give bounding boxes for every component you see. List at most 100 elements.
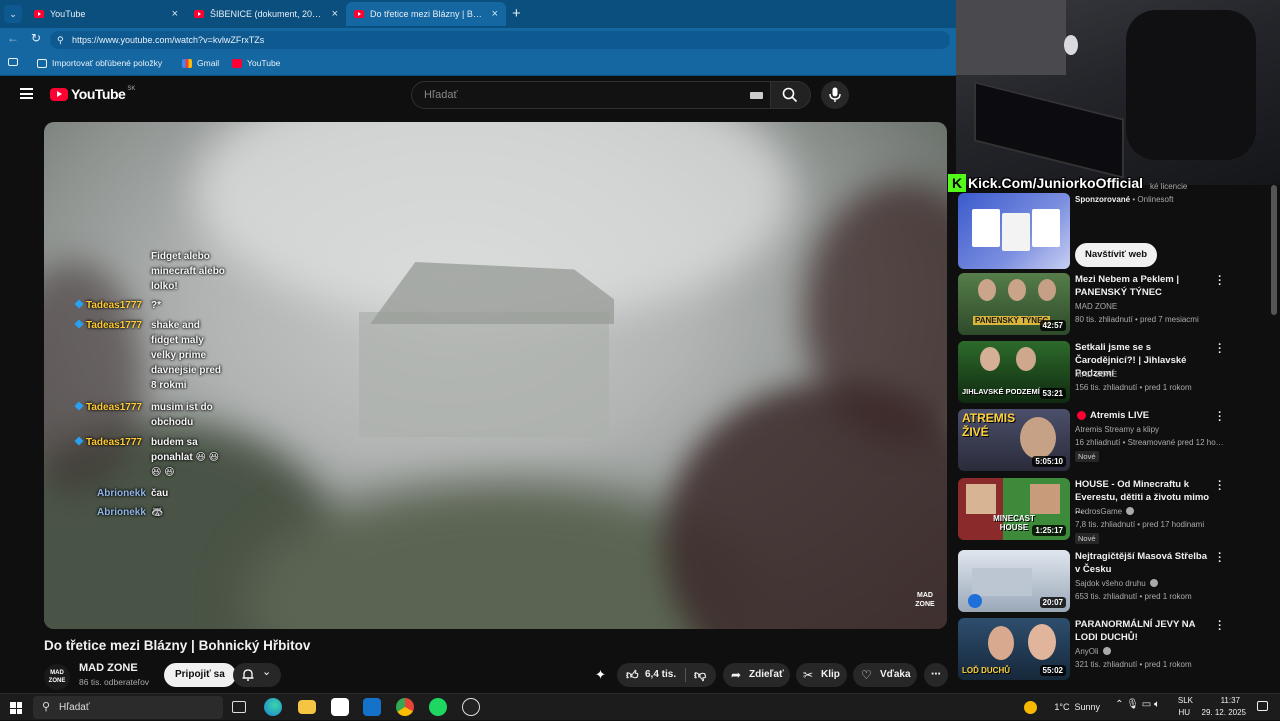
- recommended-video[interactable]: ATREMIS ŽIVÉ 5:05:10 Atremis LIVE Atremi…: [958, 408, 1268, 471]
- youtube-favicon-icon: [354, 10, 364, 18]
- bookmark-import[interactable]: Importovať obľúbené položky: [37, 58, 162, 68]
- task-view-icon[interactable]: [232, 701, 246, 713]
- store-icon[interactable]: [331, 698, 349, 716]
- url-field[interactable]: ⚲ https://www.youtube.com/watch?v=kvlwZF…: [50, 31, 950, 49]
- chat-username: Abrionekk: [97, 507, 146, 518]
- tab-youtube[interactable]: YouTube ×: [26, 2, 186, 26]
- clock-time[interactable]: 11:37: [1221, 696, 1240, 705]
- video-player[interactable]: Fidget alebo minecraft alebo lolko! Tade…: [44, 122, 947, 629]
- new-badge: Nové: [1075, 451, 1099, 462]
- weather-text[interactable]: 1°C Sunny: [1054, 702, 1100, 712]
- keyboard-layout[interactable]: HU: [1178, 708, 1190, 717]
- search-input[interactable]: Hľadať: [411, 81, 771, 109]
- video-duration: 53:21: [1039, 388, 1066, 399]
- more-vertical-icon[interactable]: · · ·: [1216, 340, 1224, 359]
- ad-title: ké licencie: [1150, 182, 1188, 191]
- menu-icon[interactable]: [20, 88, 33, 99]
- user-cube-icon: [74, 436, 84, 446]
- notifications-button[interactable]: ⌄: [233, 663, 281, 687]
- language-code[interactable]: SLK: [1178, 696, 1193, 705]
- taskbar-search-input[interactable]: ⚲ Hľadať: [33, 696, 223, 719]
- bookmark-gmail[interactable]: Gmail: [182, 58, 219, 68]
- tray-icons[interactable]: ⌃ 🎙︎ ▭ 🔈︎: [1115, 699, 1160, 710]
- video-meta: 156 tis. zhliadnutí • pred 1 rokom: [1075, 383, 1192, 392]
- video-thumbnail: LOĎ DUCHŮ 55:02: [958, 618, 1070, 680]
- like-button[interactable]: 👍︎ 6,4 tis.: [617, 663, 685, 687]
- video-thumbnail: 20:07: [958, 550, 1070, 612]
- video-duration: 1:25:17: [1032, 525, 1066, 536]
- outlook-icon[interactable]: [363, 698, 381, 716]
- site-info-icon[interactable]: ⚲: [57, 31, 64, 49]
- join-button[interactable]: Pripojiť sa: [164, 663, 236, 687]
- more-vertical-icon[interactable]: · · ·: [1216, 272, 1224, 291]
- edge-icon[interactable]: [264, 698, 282, 716]
- recommended-video[interactable]: LOĎ DUCHŮ 55:02 PARANORMÁLNÍ JEVY NA LOD…: [958, 617, 1268, 680]
- sidebar-scrollbar[interactable]: [1268, 185, 1280, 693]
- visit-site-button[interactable]: Navštíviť web: [1075, 243, 1158, 267]
- like-dislike-group: 👍︎ 6,4 tis. 👎︎: [617, 663, 716, 687]
- chat-message: Tadeas1777 budem sa ponahlat 😆 😆 😆 😆: [74, 435, 245, 478]
- file-explorer-icon[interactable]: [298, 700, 316, 714]
- share-button[interactable]: ➦ Zdieľať: [723, 663, 790, 687]
- recommended-video[interactable]: PANENSKÝ TÝNEC 42:57 Mezi Nebem a Peklem…: [958, 272, 1268, 335]
- tab-close-icon[interactable]: ×: [492, 8, 498, 20]
- tab-current-video[interactable]: Do třetice mezi Blázny | Bohnický Hřbito…: [346, 2, 506, 26]
- bell-icon: [242, 669, 254, 681]
- youtube-favicon-icon: [194, 10, 204, 18]
- chat-text: 🦝: [151, 507, 164, 518]
- tab-close-icon[interactable]: ×: [172, 8, 178, 20]
- channel-name[interactable]: MAD ZONE: [79, 662, 138, 674]
- clock-date[interactable]: 29. 12. 2025: [1202, 708, 1246, 717]
- channel-name: Atremis Streamy a klipy: [1075, 425, 1160, 434]
- channel-row: PedrosGame: [1075, 507, 1135, 516]
- bookmark-youtube[interactable]: YouTube: [232, 58, 280, 68]
- clip-button[interactable]: ✂ Klip: [796, 663, 847, 687]
- more-vertical-icon[interactable]: · · ·: [1216, 617, 1224, 636]
- taskbar-search-placeholder: Hľadať: [59, 702, 90, 713]
- sponsored-ad[interactable]: ké licencie Sponzorované • Onlinesoft Na…: [958, 182, 1268, 269]
- scrollbar-thumb[interactable]: [1271, 185, 1277, 315]
- channel-name: PedrosGame: [1075, 507, 1123, 516]
- sparkle-icon[interactable]: ✦: [595, 667, 606, 683]
- new-badge: Nové: [1075, 533, 1099, 544]
- scissors-icon: ✂: [803, 668, 814, 682]
- refresh-icon[interactable]: ↻: [31, 31, 41, 45]
- chat-text: shake and fidget maly velky prime davnej…: [151, 320, 222, 391]
- recommended-video[interactable]: JIHLAVSKÉ PODZEMÍ 53:21 Setkali jsme se …: [958, 340, 1268, 403]
- search-placeholder: Hľadať: [424, 89, 458, 101]
- youtube-logo[interactable]: YouTube SK: [50, 86, 135, 102]
- thanks-button[interactable]: ♡ Vďaka: [853, 663, 917, 687]
- sponsored-label: Sponzorované: [1075, 195, 1131, 204]
- chrome-icon[interactable]: [396, 698, 414, 716]
- microphone-icon: [829, 87, 841, 102]
- channel-avatar[interactable]: MAD ZONE: [44, 664, 70, 690]
- recommended-video[interactable]: 20:07 Nejtragičtější Masová Střelba v Če…: [958, 549, 1268, 612]
- channel-row: Sajdok všeho druhu: [1075, 579, 1158, 588]
- tab-close-icon[interactable]: ×: [332, 8, 338, 20]
- back-icon[interactable]: ←: [7, 31, 19, 45]
- start-icon[interactable]: [10, 702, 22, 714]
- more-actions-button[interactable]: ⋯: [924, 663, 948, 687]
- recommended-video[interactable]: MINECAST HOUSE 1:25:17 HOUSE - Od Minecr…: [958, 477, 1268, 544]
- search-button[interactable]: [771, 81, 811, 109]
- more-vertical-icon[interactable]: · · ·: [1216, 408, 1224, 427]
- more-horizontal-icon: ⋯: [931, 669, 941, 680]
- more-vertical-icon[interactable]: · · ·: [1216, 477, 1224, 496]
- thanks-label: Vďaka: [880, 669, 911, 680]
- obs-icon[interactable]: [462, 698, 480, 716]
- notification-icon[interactable]: [1257, 701, 1268, 711]
- more-vertical-icon[interactable]: · · ·: [1216, 549, 1224, 568]
- keyboard-icon[interactable]: [750, 92, 763, 99]
- tab-sibenice[interactable]: ŠIBENICE (dokument, 2025) - YouTube ×: [186, 2, 346, 26]
- voice-search-button[interactable]: [821, 81, 849, 109]
- chat-text: čau: [151, 488, 169, 499]
- new-tab-icon[interactable]: +: [512, 5, 521, 22]
- chat-text: Fidget alebo minecraft alebo lolko!: [151, 251, 225, 292]
- tab-list-chevron-icon[interactable]: ⌄: [4, 5, 22, 23]
- spotify-icon[interactable]: [429, 698, 447, 716]
- search-icon: ⚲: [42, 701, 51, 713]
- like-count: 6,4 tis.: [645, 669, 677, 680]
- dislike-button[interactable]: 👎︎: [686, 663, 716, 687]
- browser-tab-bar: ⌄ YouTube × ŠIBENICE (dokument, 2025) - …: [0, 0, 956, 28]
- sidebar-toggle-icon[interactable]: [8, 58, 18, 66]
